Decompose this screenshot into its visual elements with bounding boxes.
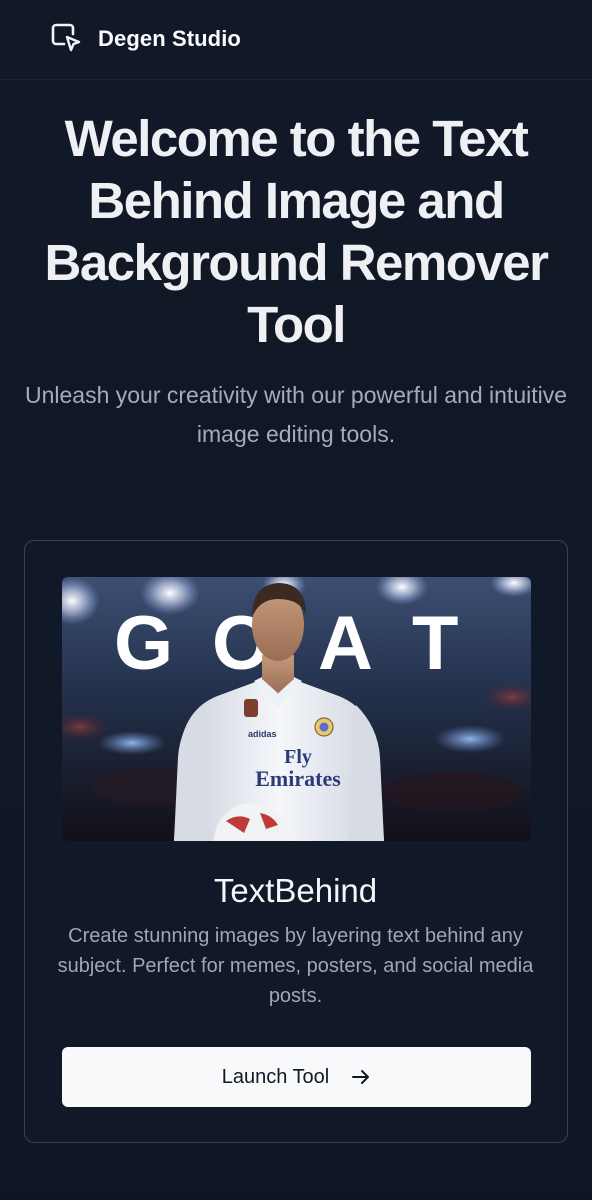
page-title: Welcome to the Text Behind Image and Bac… <box>44 110 549 353</box>
tool-card-textbehind: G O A T adidas Fly Emirates TextBehind C… <box>24 540 568 1143</box>
bottom-fade <box>0 1170 592 1200</box>
top-nav-bar: Degen Studio <box>0 0 592 80</box>
launch-tool-label: Launch Tool <box>221 1065 330 1088</box>
launch-tool-button[interactable]: Launch Tool <box>62 1047 531 1107</box>
jersey-brand-text: adidas <box>248 729 277 739</box>
jersey-sponsor-line1: Fly <box>284 746 312 768</box>
jersey-sponsor-line2: Emirates <box>255 766 341 791</box>
selection-cursor-icon <box>51 23 81 52</box>
card-description: Create stunning images by layering text … <box>57 925 534 1007</box>
arrow-right-icon <box>352 1070 370 1084</box>
brand-link[interactable]: Degen Studio <box>50 20 241 58</box>
textbehind-preview-image: G O A T adidas Fly Emirates <box>62 577 531 841</box>
card-title: TextBehind <box>213 872 378 909</box>
page-subtitle: Unleash your creativity with our powerfu… <box>24 382 568 447</box>
brand-name: Degen Studio <box>98 26 241 51</box>
svg-text:A: A <box>318 601 373 686</box>
svg-text:T: T <box>412 601 458 686</box>
svg-text:G: G <box>114 601 173 686</box>
